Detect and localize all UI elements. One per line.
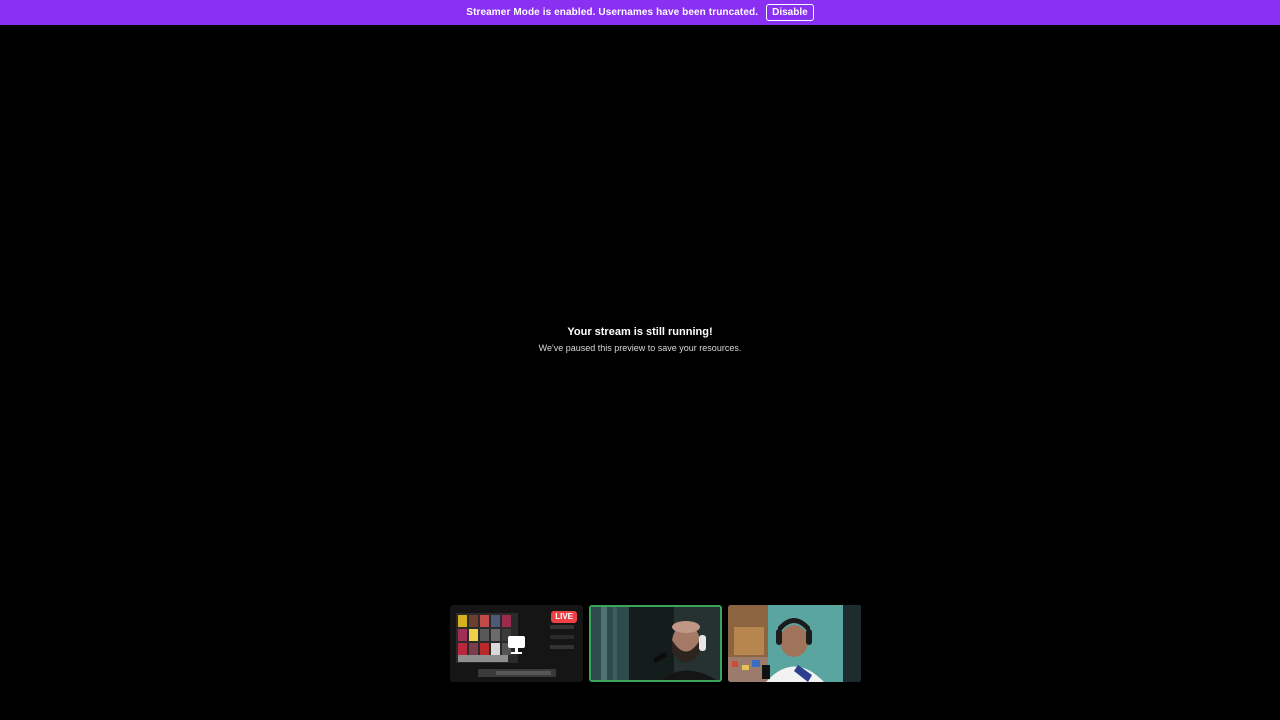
paused-notice: Your stream is still running! We've paus… bbox=[0, 325, 1280, 354]
streamer-mode-banner: Streamer Mode is enabled. Usernames have… bbox=[0, 0, 1280, 25]
participant-tile-screen-share[interactable]: LIVE bbox=[450, 605, 583, 682]
disable-streamer-mode-button[interactable]: Disable bbox=[766, 4, 814, 21]
camera-feed-thumbnail bbox=[591, 607, 720, 680]
paused-subtitle: We've paused this preview to save your r… bbox=[538, 343, 742, 353]
paused-title: Your stream is still running! bbox=[567, 326, 713, 338]
participant-tile-camera-active[interactable] bbox=[589, 605, 722, 682]
camera-feed-thumbnail bbox=[728, 605, 861, 682]
live-badge: LIVE bbox=[551, 611, 577, 623]
participant-tile-camera[interactable] bbox=[728, 605, 861, 682]
participant-tiles: LIVE bbox=[450, 605, 862, 683]
banner-message: Streamer Mode is enabled. Usernames have… bbox=[466, 7, 759, 18]
